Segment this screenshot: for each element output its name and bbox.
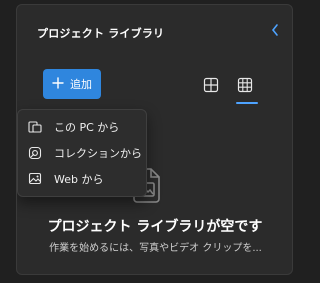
collection-icon — [26, 144, 44, 162]
grid-small-icon — [237, 77, 253, 97]
panel-title: プロジェクト ライブラリ — [37, 27, 165, 40]
view-small-grid-button[interactable] — [237, 77, 257, 97]
add-button[interactable]: 追加 — [43, 69, 101, 99]
chevron-left-icon — [270, 24, 280, 41]
menu-item-label: Web から — [54, 173, 104, 186]
project-library-panel: プロジェクト ライブラリ 追加 この PC から コレクションから Web から… — [16, 4, 293, 275]
add-menu: この PC から コレクションから Web から — [17, 109, 147, 197]
menu-item-label: この PC から — [54, 121, 120, 134]
menu-item-from-pc[interactable]: この PC から — [18, 114, 146, 140]
pc-folder-icon — [26, 118, 44, 136]
add-button-label: 追加 — [70, 78, 92, 91]
view-large-grid-button[interactable] — [203, 77, 223, 97]
menu-item-from-web[interactable]: Web から — [18, 166, 146, 192]
plus-icon — [52, 76, 64, 92]
empty-state-title: プロジェクト ライブラリが空です — [47, 219, 263, 235]
active-view-indicator — [236, 102, 258, 104]
grid-large-icon — [203, 77, 219, 97]
menu-item-label: コレクションから — [54, 147, 142, 160]
empty-state-subtitle: 作業を始めるには、写真やビデオ クリップを... — [49, 243, 262, 254]
collapse-panel-button[interactable] — [268, 23, 282, 41]
web-image-icon — [26, 170, 44, 188]
menu-item-from-collection[interactable]: コレクションから — [18, 140, 146, 166]
